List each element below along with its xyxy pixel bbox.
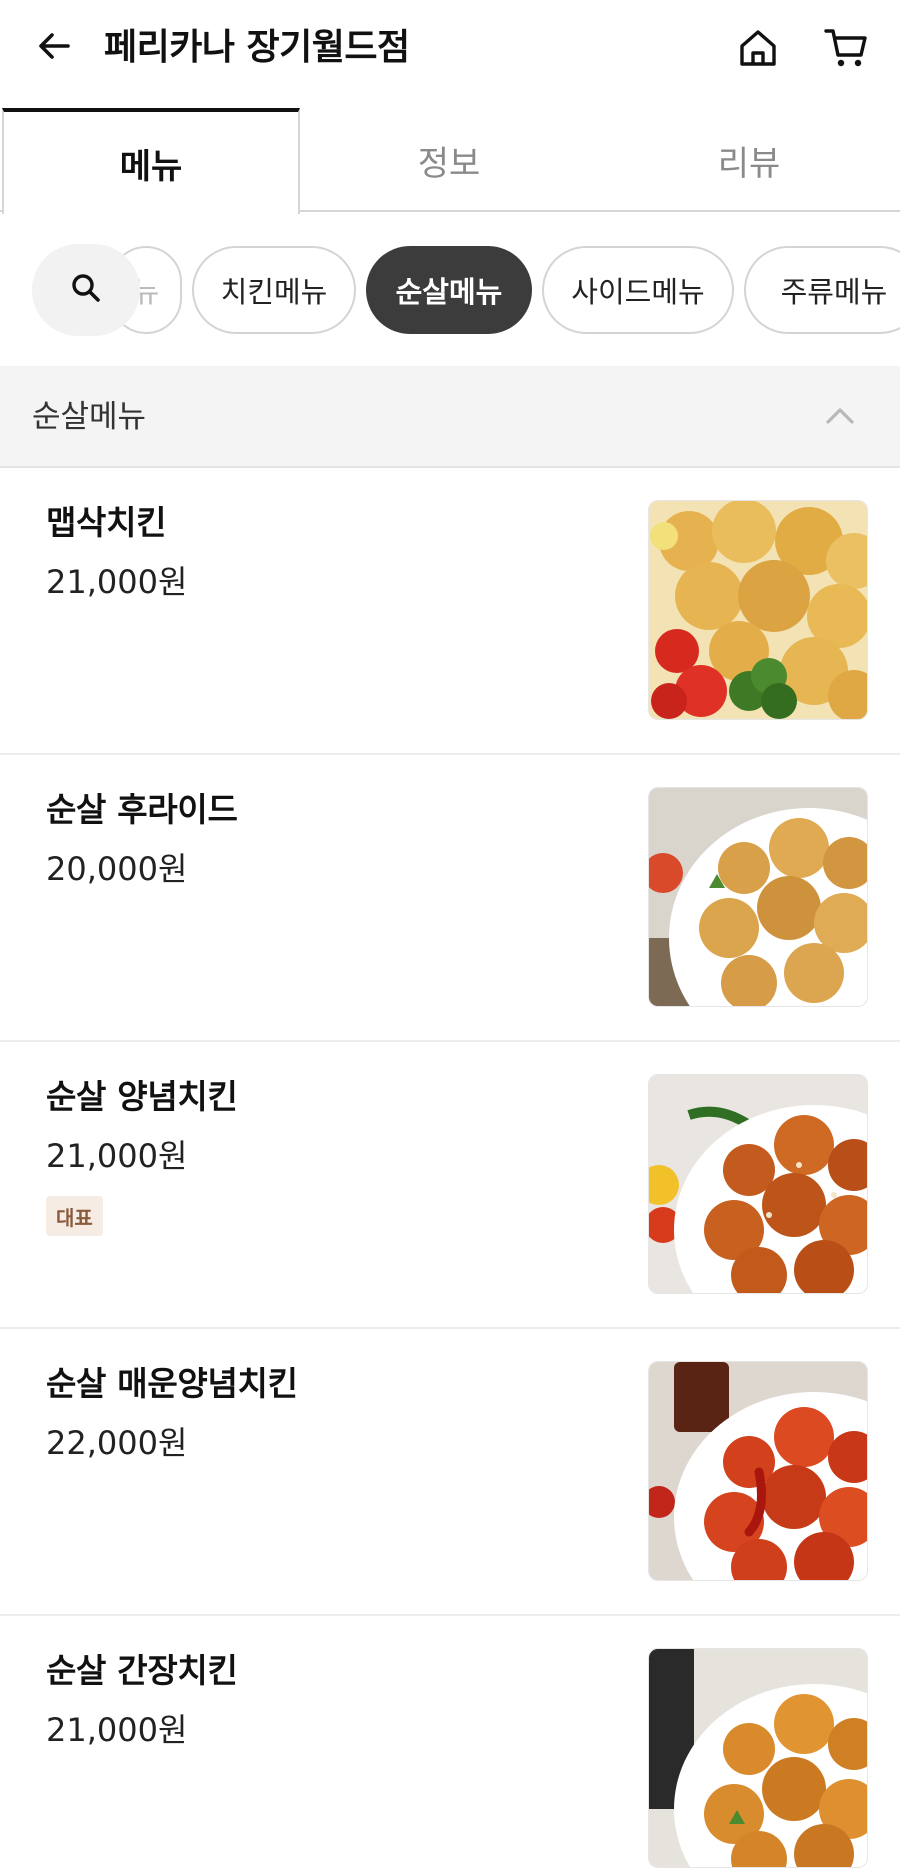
home-icon [736,26,780,74]
cart-icon [823,25,869,75]
category-chip-side[interactable]: 사이드메뉴 [542,246,734,334]
signature-badge: 대표 [46,1196,103,1236]
menu-search-button[interactable] [32,244,140,336]
category-chip-boneless[interactable]: 순살메뉴 [366,246,532,334]
menu-item-name: 순살 후라이드 [46,790,238,829]
menu-item[interactable]: 순살 양념치킨 21,000원 대표 [0,1042,900,1329]
chevron-up-icon[interactable] [818,394,862,438]
menu-item-price: 21,000원 [46,1137,188,1175]
category-chip-drinks[interactable]: 주류메뉴 [744,246,900,334]
search-icon [69,271,103,309]
menu-item[interactable]: 순살 후라이드 20,000원 [0,755,900,1042]
tab-menu[interactable]: 메뉴 [2,108,300,214]
menu-item[interactable]: 맵삭치킨 21,000원 [0,468,900,755]
store-title: 페리카나 장기월드점 [104,27,410,68]
category-chip-chicken[interactable]: 치킨메뉴 [192,246,356,334]
arrow-left-icon [34,26,74,70]
menu-item-name: 순살 간장치킨 [46,1651,238,1690]
menu-item-name: 맵삭치킨 [46,503,167,542]
category-chips: 뉴 치킨메뉴 순살메뉴 사이드메뉴 주류메뉴 [0,212,900,366]
tab-reviews[interactable]: 리뷰 [600,108,898,212]
menu-item-photo [648,1074,868,1294]
menu-item-price: 21,000원 [46,563,188,601]
menu-item-price: 22,000원 [46,1424,188,1462]
menu-item-photo [648,500,868,720]
store-tabs: 메뉴 정보 리뷰 [0,108,900,214]
cart-button[interactable] [818,22,874,78]
menu-item[interactable]: 순살 간장치킨 21,000원 [0,1616,900,1870]
back-button[interactable] [28,22,80,74]
tab-info[interactable]: 정보 [300,108,598,212]
home-button[interactable] [730,22,786,78]
menu-item[interactable]: 순살 매운양념치킨 22,000원 [0,1329,900,1616]
menu-item-name: 순살 양념치킨 [46,1077,238,1116]
menu-item-price: 21,000원 [46,1711,188,1749]
app-header: 페리카나 장기월드점 [0,0,900,108]
menu-item-price: 20,000원 [46,850,188,888]
menu-item-name: 순살 매운양념치킨 [46,1364,298,1403]
menu-item-photo [648,787,868,1007]
section-header[interactable]: 순살메뉴 [0,366,900,468]
menu-list: 맵삭치킨 21,000원 순살 후라이드 20,000원 순살 양념치킨 21,… [0,468,900,1870]
menu-item-photo [648,1361,868,1581]
section-title: 순살메뉴 [32,399,147,435]
menu-item-photo [648,1648,868,1868]
